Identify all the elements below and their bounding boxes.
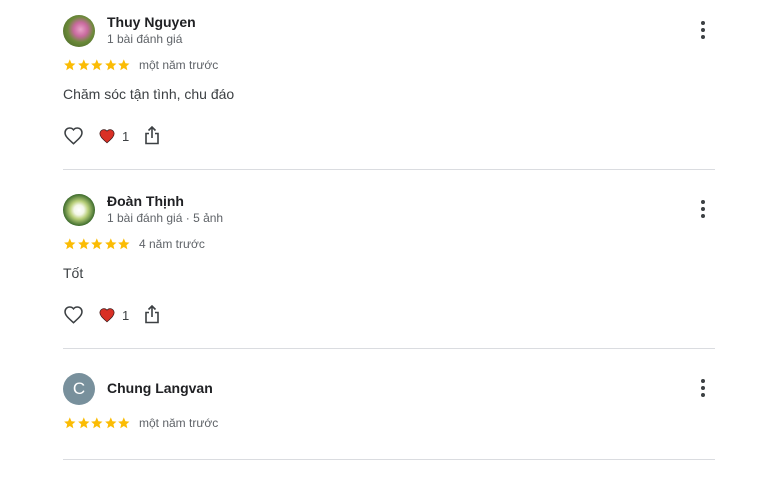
- star-rating: [63, 58, 131, 72]
- review-date: một năm trước: [139, 416, 219, 430]
- divider: [63, 348, 715, 349]
- avatar[interactable]: C: [63, 373, 95, 405]
- avatar[interactable]: [63, 194, 95, 226]
- star-icon: [91, 417, 103, 429]
- like-count: 1: [122, 307, 130, 323]
- review-card: Thuy Nguyen 1 bài đánh giá một năm trước…: [63, 13, 715, 147]
- reviewer-meta: 1 bài đánh giá · 5 ảnh: [107, 211, 224, 225]
- star-icon: [104, 59, 117, 71]
- reviewer-name[interactable]: Chung Langvan: [107, 380, 213, 396]
- divider: [63, 169, 715, 170]
- reviews-list: Thuy Nguyen 1 bài đánh giá một năm trước…: [0, 0, 761, 483]
- heart-outline-icon[interactable]: [63, 126, 84, 145]
- star-icon: [64, 238, 76, 250]
- star-icon: [77, 238, 90, 250]
- review-card: C Chung Langvan một năm trước: [63, 371, 715, 432]
- review-date: một năm trước: [139, 58, 219, 72]
- star-rating: [63, 237, 131, 251]
- heart-outline-icon[interactable]: [63, 305, 84, 324]
- avatar[interactable]: [63, 15, 95, 47]
- star-rating: [63, 416, 131, 430]
- star-icon: [64, 59, 76, 71]
- share-icon[interactable]: [144, 304, 160, 324]
- review-text: Tốt: [63, 265, 84, 281]
- star-icon: [91, 59, 103, 71]
- reviewer-name[interactable]: Đoàn Thịnh: [107, 193, 184, 209]
- star-icon: [104, 238, 117, 250]
- heart-filled-icon: [99, 308, 115, 323]
- rating-row: một năm trước: [63, 416, 715, 432]
- reviewer-meta: 1 bài đánh giá: [107, 32, 183, 46]
- star-icon: [77, 417, 90, 429]
- like-count-group: 1: [98, 306, 129, 324]
- review-card: Đoàn Thịnh 1 bài đánh giá · 5 ảnh 4 năm …: [63, 192, 715, 326]
- more-options-button[interactable]: [695, 377, 711, 401]
- review-header: Thuy Nguyen 1 bài đánh giá: [63, 13, 715, 47]
- rating-row: một năm trước: [63, 58, 715, 74]
- star-icon: [118, 59, 130, 71]
- star-icon: [118, 417, 130, 429]
- review-header: C Chung Langvan: [63, 371, 715, 405]
- reviewer-name[interactable]: Thuy Nguyen: [107, 14, 196, 30]
- divider: [63, 459, 715, 460]
- star-icon: [77, 59, 90, 71]
- review-header: Đoàn Thịnh 1 bài đánh giá · 5 ảnh: [63, 192, 715, 226]
- more-options-button[interactable]: [695, 19, 711, 43]
- like-count: 1: [122, 128, 130, 144]
- star-icon: [104, 417, 117, 429]
- review-text: Chăm sóc tận tình, chu đáo: [63, 86, 235, 102]
- review-date: 4 năm trước: [139, 237, 205, 251]
- heart-filled-icon: [99, 129, 115, 144]
- star-icon: [91, 238, 103, 250]
- star-icon: [64, 417, 76, 429]
- review-actions: 1: [63, 304, 715, 326]
- star-icon: [118, 238, 130, 250]
- rating-row: 4 năm trước: [63, 237, 715, 253]
- review-actions: 1: [63, 125, 715, 147]
- like-count-group: 1: [98, 127, 129, 145]
- share-icon[interactable]: [144, 125, 160, 145]
- more-options-button[interactable]: [695, 198, 711, 222]
